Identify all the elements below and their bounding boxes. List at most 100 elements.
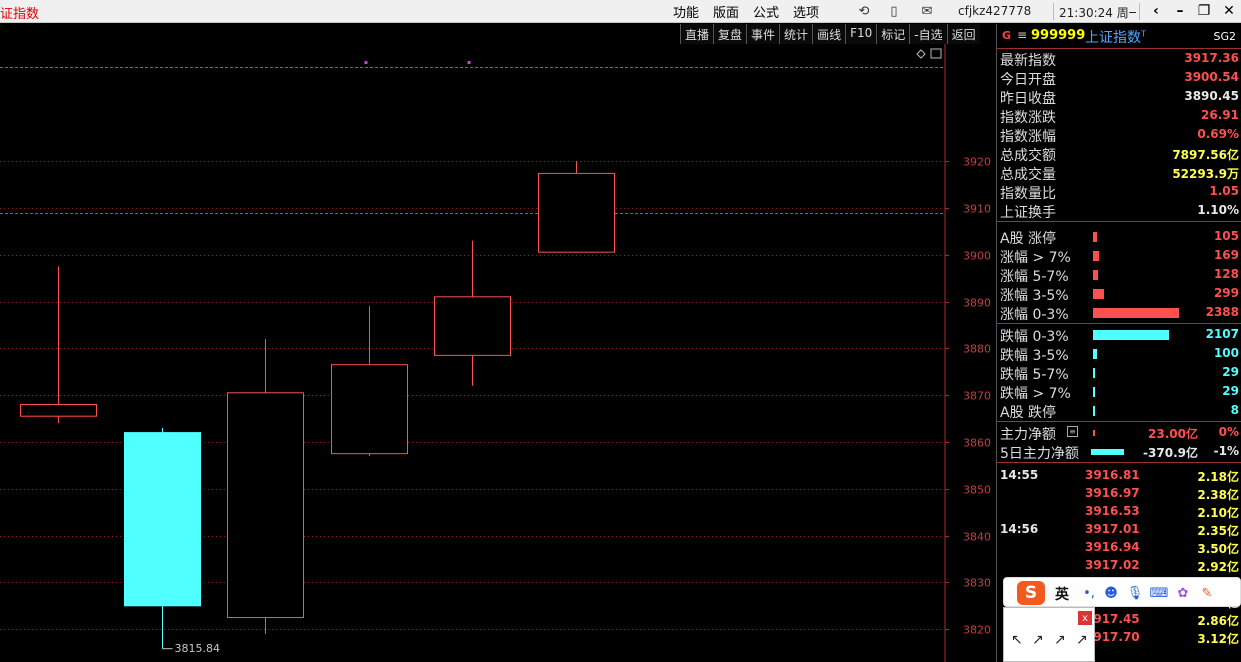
refresh-icon[interactable]: ⟲ [855, 3, 873, 20]
btn-events[interactable]: 事件 [746, 24, 780, 44]
dist-value: 169 [1213, 248, 1239, 262]
back-icon[interactable]: ‹ [1146, 1, 1166, 21]
tick-price: 3916.97 [1085, 486, 1140, 500]
down-dist-row: 跌幅 3-5% 100 [997, 344, 1241, 364]
btn-mark[interactable]: 标记 [876, 24, 910, 44]
close-icon[interactable]: x [1078, 611, 1092, 625]
mail-icon[interactable]: ✉ [918, 3, 936, 20]
dist-label: A股 跌停 [1000, 405, 1057, 421]
app-title: 证指数 [0, 7, 40, 22]
title-bar: 证指数 功能 版面 公式 选项 ⟲ ▯ ✉ cfjkz427778 21:30:… [0, 0, 1241, 23]
quote-label: 总成交额 [1000, 148, 1056, 164]
btn-live[interactable]: 直播 [680, 24, 714, 44]
tick-volume: 2.92亿 [1197, 560, 1239, 574]
keyboard-icon[interactable]: ⌨ [1150, 584, 1169, 602]
up-dist-row: 涨幅 0-3% 2388 [997, 303, 1241, 323]
tick-row: 14:56 3917.01 2.35亿 [997, 520, 1241, 539]
user-account[interactable]: cfjkz427778 [958, 4, 1031, 18]
dist-label: 跌幅 > 7% [1000, 386, 1071, 402]
panel-header: G ≡ 999999 上证指数T SG2 [997, 24, 1241, 48]
down-dist-row: A股 跌停 8 [997, 401, 1241, 421]
menu-options[interactable]: 选项 [786, 2, 826, 21]
title-separator [1053, 3, 1054, 20]
ime-mode-toggle[interactable]: 英 [1055, 584, 1069, 604]
quote-row: 昨日收盘 3890.45 [997, 87, 1241, 107]
btn-draw[interactable]: 画线 [812, 24, 846, 44]
quote-label: 最新指数 [1000, 53, 1056, 69]
dist-bar [1093, 232, 1097, 242]
ime-bar: S 英 •, ☻ 🎙 ⌨ ✿ ✎ [1003, 577, 1241, 607]
y-tick-label: 3870 [963, 390, 991, 403]
btn-replay[interactable]: 复盘 [713, 24, 747, 44]
tick-row: 3916.94 3.50亿 [997, 538, 1241, 557]
tick-volume: 2.38亿 [1197, 488, 1239, 502]
quote-label: 指数涨跌 [1000, 110, 1056, 126]
list-icon[interactable]: ≡ [1067, 426, 1078, 437]
quote-label: 指数量比 [1000, 186, 1056, 202]
quote-panel: G ≡ 999999 上证指数T SG2 最新指数 3917.36 今日开盘 39… [996, 24, 1241, 662]
tick-price: 3917.01 [1085, 522, 1140, 536]
min-price-label: 3815.84 [174, 641, 221, 655]
up-dist-row: 涨幅 3-5% 299 [997, 284, 1241, 304]
up-dist-row: 涨幅 > 7% 169 [997, 246, 1241, 266]
dist-bar [1093, 387, 1095, 397]
menu-formula[interactable]: 公式 [746, 2, 786, 21]
diamond-icon [916, 49, 926, 59]
resize-arrow-icon[interactable]: ↗ [1076, 632, 1088, 648]
dist-value: 2107 [1205, 327, 1239, 341]
emoji-icon[interactable]: ☻ [1102, 584, 1120, 602]
minimize-icon[interactable]: – [1170, 1, 1190, 21]
dist-bar [1093, 406, 1095, 416]
divider [997, 221, 1241, 222]
y-tick-label: 3820 [963, 624, 991, 637]
dist-value: 128 [1213, 267, 1239, 281]
tick-price: 3916.53 [1085, 504, 1140, 518]
btn-back[interactable]: 返回 [946, 24, 980, 44]
phone-icon[interactable]: ▯ [885, 3, 903, 20]
menu-icon[interactable]: ≡ [1017, 28, 1027, 42]
dist-value: 2388 [1205, 305, 1239, 319]
btn-watchlist[interactable]: -自选 [909, 24, 947, 44]
close-icon[interactable]: ✕ [1219, 1, 1239, 21]
menu-function[interactable]: 功能 [666, 2, 706, 21]
main-force-label: 5日主力净额 [1000, 446, 1079, 462]
mic-icon[interactable]: 🎙 [1126, 584, 1144, 602]
chart-toolbar: 直播 复盘 事件 统计 画线 F10 标记 -自选 返回 [680, 24, 980, 44]
y-tick-label: 3860 [963, 437, 991, 450]
menu-layout[interactable]: 版面 [706, 2, 746, 21]
dist-value: 299 [1213, 286, 1239, 300]
main-menu: 功能 版面 公式 选项 [666, 0, 826, 23]
btn-f10[interactable]: F10 [845, 24, 877, 44]
down-dist-row: 跌幅 > 7% 29 [997, 382, 1241, 402]
clock: 21:30:24 周一 [1059, 6, 1136, 20]
quote-row: 上证换手 1.10% [997, 201, 1241, 221]
tick-time: 14:56 [1000, 522, 1039, 536]
dist-value: 29 [1222, 384, 1239, 398]
candle-body-up [227, 392, 304, 619]
main-force-pct: 0% [1218, 425, 1239, 439]
restore-icon[interactable]: ❐ [1194, 1, 1214, 21]
quote-label: 今日开盘 [1000, 72, 1056, 88]
dist-value: 8 [1230, 403, 1239, 417]
dist-value: 105 [1213, 229, 1239, 243]
skin-icon[interactable]: ✿ [1174, 584, 1192, 602]
dist-label: 跌幅 3-5% [1000, 348, 1069, 364]
dist-label: 涨幅 5-7% [1000, 269, 1069, 285]
quote-value: 1.05 [1209, 184, 1239, 198]
kline-chart[interactable]: 3820 3830 3840 3850 3860 3870 3880 3890 3900 3910… [0, 44, 995, 662]
resize-arrow-icon[interactable]: ↗ [1032, 632, 1044, 648]
punct-icon[interactable]: •, [1080, 584, 1098, 602]
g-label[interactable]: G [1002, 29, 1011, 42]
main-force-value: -370.9亿 [1143, 446, 1198, 460]
sogou-logo-icon[interactable]: S [1017, 581, 1045, 605]
cursor-arrow-icon[interactable]: ↖ [1011, 632, 1023, 648]
btn-stats[interactable]: 统计 [779, 24, 813, 44]
dist-bar [1093, 349, 1097, 359]
panel-toggle-icon [930, 48, 942, 59]
quote-value: 3900.54 [1184, 70, 1239, 84]
quote-value: 7897.56亿 [1172, 148, 1239, 162]
tools-icon[interactable]: ✎ [1198, 584, 1216, 602]
quote-value: 3890.45 [1184, 89, 1239, 103]
resize-arrow-icon[interactable]: ↗ [1054, 632, 1066, 648]
stock-name: 上证指数T [1085, 27, 1146, 47]
